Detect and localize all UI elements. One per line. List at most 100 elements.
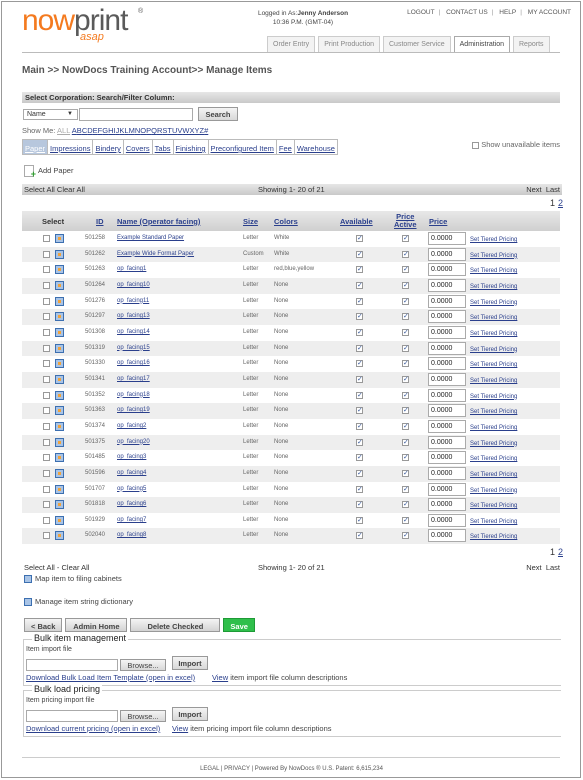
price-active-checkbox[interactable] [402,406,409,415]
save-button[interactable]: Save [223,618,255,632]
available-checkbox[interactable] [356,531,363,540]
price-active-checkbox[interactable] [402,453,409,462]
select-checkbox[interactable] [43,297,50,305]
download-pricing-link[interactable]: Download current pricing (open in excel) [26,724,160,733]
item-name-link[interactable]: op_facing10 [117,282,150,288]
item-name-link[interactable]: op_facing1 [117,266,146,272]
available-checkbox[interactable] [356,359,363,368]
show-unavailable-checkbox[interactable] [472,141,480,149]
price-input[interactable]: 0.0000 [428,419,466,433]
available-checkbox[interactable] [356,250,363,258]
price-active-checkbox[interactable] [402,438,409,446]
select-checkbox[interactable] [43,375,50,383]
item-detail-icon[interactable] [55,437,64,447]
item-detail-icon[interactable] [55,531,64,541]
set-tiered-pricing-link[interactable]: Set Tiered Pricing [470,425,517,431]
item-name-link[interactable]: Example Wide Format Paper [117,251,194,257]
set-tiered-pricing-link[interactable]: Set Tiered Pricing [470,394,517,400]
item-name-link[interactable]: op_facing16 [117,360,150,366]
set-tiered-pricing-link[interactable]: Set Tiered Pricing [470,362,517,368]
item-name-link[interactable]: op_facing8 [117,532,146,538]
available-checkbox[interactable] [356,344,363,352]
select-checkbox[interactable] [43,360,50,368]
item-name-link[interactable]: op_facing7 [117,517,146,523]
help-link[interactable]: HELP [499,9,516,16]
select-checkbox[interactable] [43,438,50,446]
available-checkbox[interactable] [356,312,363,321]
item-detail-icon[interactable] [55,265,64,275]
price-active-checkbox[interactable] [402,485,409,493]
letter-all[interactable]: ALL [57,126,70,135]
item-name-link[interactable]: op_facing6 [117,501,146,507]
price-active-checkbox[interactable] [402,312,409,321]
item-detail-icon[interactable] [55,515,64,525]
set-tiered-pricing-link[interactable]: Set Tiered Pricing [470,284,517,290]
search-input[interactable] [79,108,193,121]
item-name-link[interactable]: op_facing15 [117,345,150,351]
tab-preconfigured-item[interactable]: Preconfigured Item [207,139,277,155]
set-tiered-pricing-link[interactable]: Set Tiered Pricing [470,472,517,478]
letter-w[interactable]: W [182,126,189,135]
view-pricing-descriptions-link[interactable]: View [172,724,188,733]
select-checkbox[interactable] [43,250,50,258]
set-tiered-pricing-link[interactable]: Set Tiered Pricing [470,441,517,447]
nowprint-logo[interactable]: nowprint asap ® [22,6,147,46]
select-checkbox[interactable] [43,469,50,477]
available-checkbox[interactable] [356,281,363,289]
price-input[interactable]: 0.0000 [428,263,466,277]
price-active-checkbox[interactable] [402,344,409,352]
next-link-top[interactable]: Next [526,185,541,194]
item-detail-icon[interactable] [55,343,64,353]
set-tiered-pricing-link[interactable]: Set Tiered Pricing [470,456,517,462]
tab-order-entry[interactable]: Order Entry [267,36,316,52]
price-input[interactable]: 0.0000 [428,498,466,512]
price-input[interactable]: 0.0000 [428,357,466,371]
available-checkbox[interactable] [356,234,363,242]
select-checkbox[interactable] [43,407,50,415]
select-checkbox[interactable] [43,485,50,493]
tab-covers[interactable]: Covers [122,139,153,155]
price-input[interactable]: 0.0000 [428,482,466,496]
available-checkbox[interactable] [356,453,363,462]
select-checkbox[interactable] [43,235,50,242]
select-checkbox[interactable] [43,266,50,274]
price-active-checkbox[interactable] [402,391,409,399]
import-pricing-button[interactable]: Import [172,707,208,721]
price-active-checkbox[interactable] [402,500,409,509]
item-detail-icon[interactable] [55,390,64,400]
available-checkbox[interactable] [356,516,363,524]
sort-price-active[interactable]: Price Active [394,213,417,229]
sort-name[interactable]: Name (Operator facing) [117,217,200,226]
set-tiered-pricing-link[interactable]: Set Tiered Pricing [470,268,517,274]
available-checkbox[interactable] [356,375,363,383]
price-input[interactable]: 0.0000 [428,232,466,245]
item-name-link[interactable]: op_facing4 [117,470,146,476]
available-checkbox[interactable] [356,422,363,430]
browse-pricing-button[interactable]: Browse... [120,710,166,722]
set-tiered-pricing-link[interactable]: Set Tiered Pricing [470,253,517,259]
tab-print-production[interactable]: Print Production [318,36,380,52]
select-checkbox[interactable] [43,422,50,430]
item-name-link[interactable]: op_facing14 [117,329,150,335]
select-all-clear-all-bottom[interactable]: Select All - Clear All [24,563,89,572]
price-input[interactable]: 0.0000 [428,278,466,292]
last-link-bottom[interactable]: Last [546,563,560,572]
available-checkbox[interactable] [356,328,363,336]
price-input[interactable]: 0.0000 [428,325,466,339]
admin-home-button[interactable]: Admin Home [65,618,128,632]
back-button[interactable]: < Back [24,618,63,632]
my-account-link[interactable]: MY ACCOUNT [528,9,571,16]
item-detail-icon[interactable] [55,406,64,416]
item-detail-icon[interactable] [55,249,64,259]
item-name-link[interactable]: op_facing3 [117,454,146,460]
set-tiered-pricing-link[interactable]: Set Tiered Pricing [470,534,517,540]
price-input[interactable]: 0.0000 [428,372,466,386]
set-tiered-pricing-link[interactable]: Set Tiered Pricing [470,331,517,337]
item-name-link[interactable]: Example Standard Paper [117,235,184,241]
price-active-checkbox[interactable] [402,422,409,430]
contact-us-link[interactable]: CONTACT US [446,9,488,16]
price-active-checkbox[interactable] [402,297,409,305]
available-checkbox[interactable] [356,485,363,493]
page-1[interactable]: 1 [550,198,555,208]
available-checkbox[interactable] [356,391,363,399]
